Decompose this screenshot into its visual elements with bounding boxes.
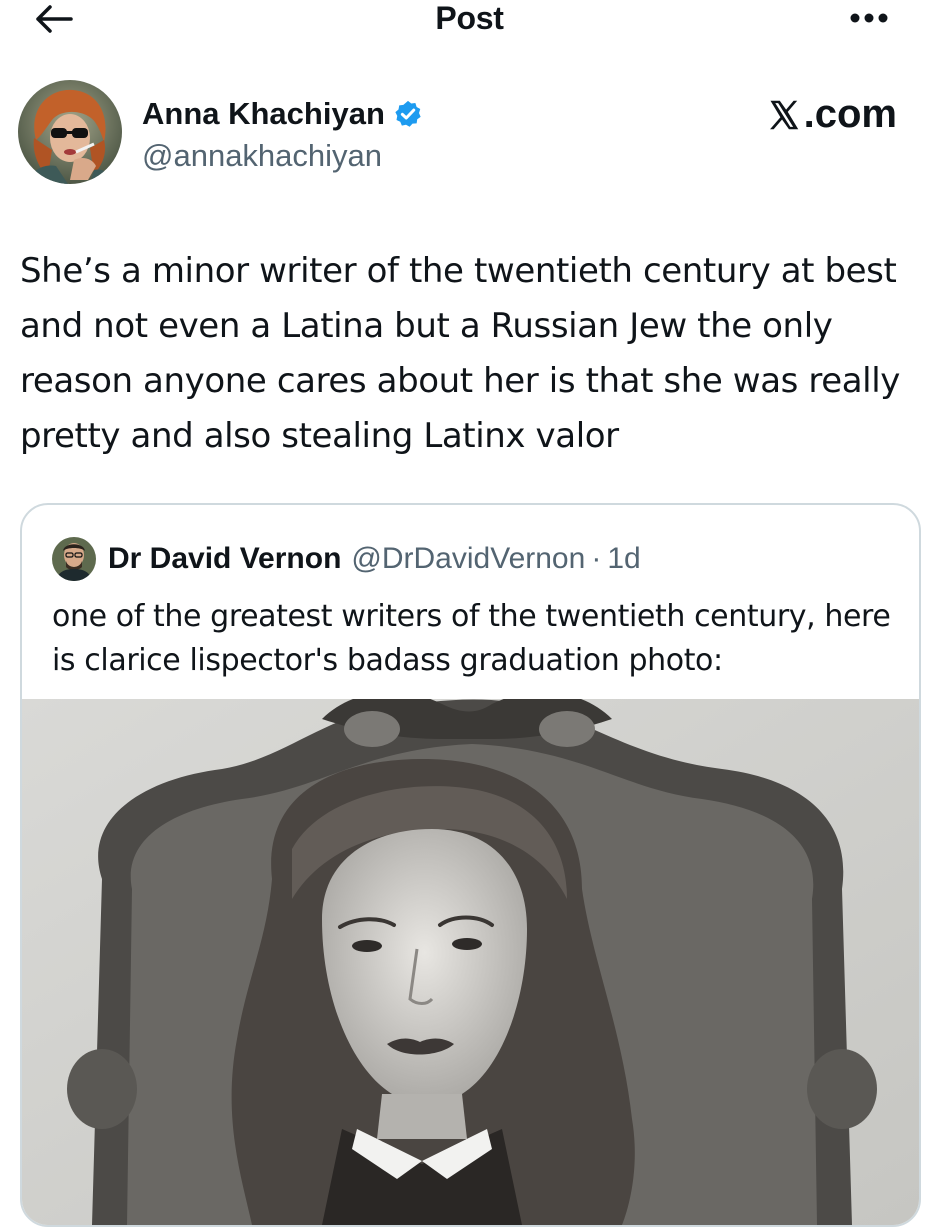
separator-dot: · [591,542,602,575]
verified-badge-icon [395,100,421,127]
site-mark-text: .com [803,92,897,136]
more-horizontal-icon [850,13,888,23]
quoted-author-display-name[interactable]: Dr David Vernon [108,542,341,576]
quoted-tweet-text: one of the greatest writers of the twent… [52,599,891,678]
author-handle[interactable]: @annakhachiyan [142,138,423,174]
tweet-author-row: Anna Khachiyan @annakhachiyan .com [18,80,921,190]
more-options-button[interactable] [847,6,891,30]
x-site-mark: .com [766,92,897,137]
x-logo-icon [769,100,798,129]
author-display-name[interactable]: Anna Khachiyan [142,96,385,132]
quoted-author-avatar-image [52,537,96,581]
author-avatar-image [18,80,122,184]
author-avatar[interactable] [18,80,122,184]
quoted-tweet-timestamp[interactable]: 1d [607,542,640,576]
quoted-tweet-photo[interactable] [22,699,919,1225]
quoted-tweet-card[interactable]: Dr David Vernon @DrDavidVernon · 1d one … [20,503,921,1227]
portrait-photo-image [22,699,919,1225]
quoted-author-avatar[interactable] [52,537,96,581]
quoted-author-handle[interactable]: @DrDavidVernon [351,542,585,576]
quoted-tweet-header: Dr David Vernon @DrDavidVernon · 1d [52,535,641,583]
top-bar: Post [0,0,939,40]
page-title: Post [435,0,504,36]
tweet-text: She’s a minor writer of the twentieth ce… [20,251,900,456]
